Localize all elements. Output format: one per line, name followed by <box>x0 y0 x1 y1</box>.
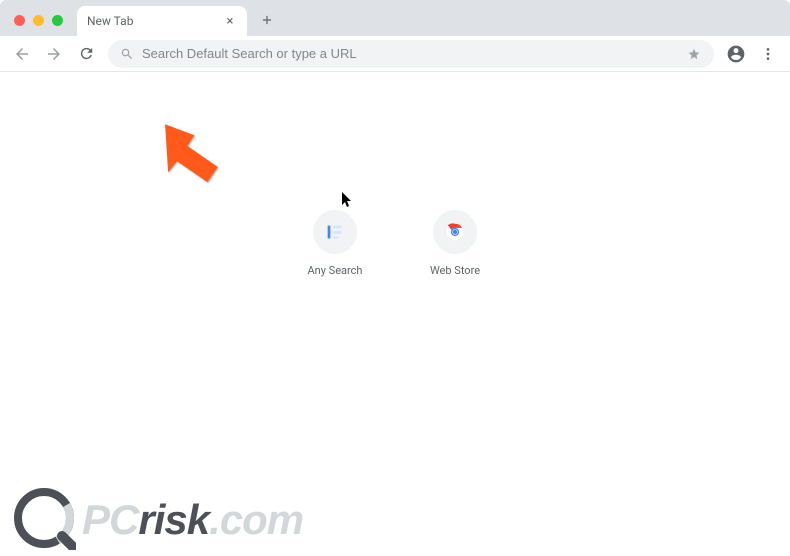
close-window-button[interactable] <box>14 15 25 26</box>
watermark: PCrisk.com <box>12 486 303 554</box>
maximize-window-button[interactable] <box>52 15 63 26</box>
address-input[interactable] <box>142 46 678 61</box>
annotation-arrow <box>158 116 228 195</box>
tab-new-tab[interactable]: New Tab × <box>77 6 247 36</box>
window-controls <box>8 15 71 36</box>
watermark-logo-icon <box>12 486 76 554</box>
shortcut-web-store[interactable]: Web Store <box>415 210 495 277</box>
toolbar <box>0 36 790 72</box>
back-button[interactable] <box>8 40 36 68</box>
watermark-text: PCrisk.com <box>82 496 303 544</box>
minimize-window-button[interactable] <box>33 15 44 26</box>
omnibox[interactable] <box>108 40 714 68</box>
shortcut-label: Any Search <box>308 264 363 277</box>
new-tab-button[interactable] <box>253 6 281 34</box>
shortcut-any-search[interactable]: Any Search <box>295 210 375 277</box>
web-store-icon <box>433 210 477 254</box>
profile-button[interactable] <box>722 40 750 68</box>
bookmark-star-icon[interactable] <box>686 46 702 62</box>
mouse-cursor-icon <box>342 192 354 212</box>
close-tab-button[interactable]: × <box>223 14 237 28</box>
new-tab-page: Any Search Web Store <box>0 72 790 556</box>
shortcut-grid: Any Search Web Store <box>295 210 495 277</box>
tab-title: New Tab <box>87 14 223 28</box>
reload-button[interactable] <box>72 40 100 68</box>
any-search-icon <box>313 210 357 254</box>
forward-button[interactable] <box>40 40 68 68</box>
shortcut-label: Web Store <box>430 264 480 277</box>
tab-bar: New Tab × <box>0 0 790 36</box>
search-icon <box>120 47 134 61</box>
menu-button[interactable] <box>754 40 782 68</box>
